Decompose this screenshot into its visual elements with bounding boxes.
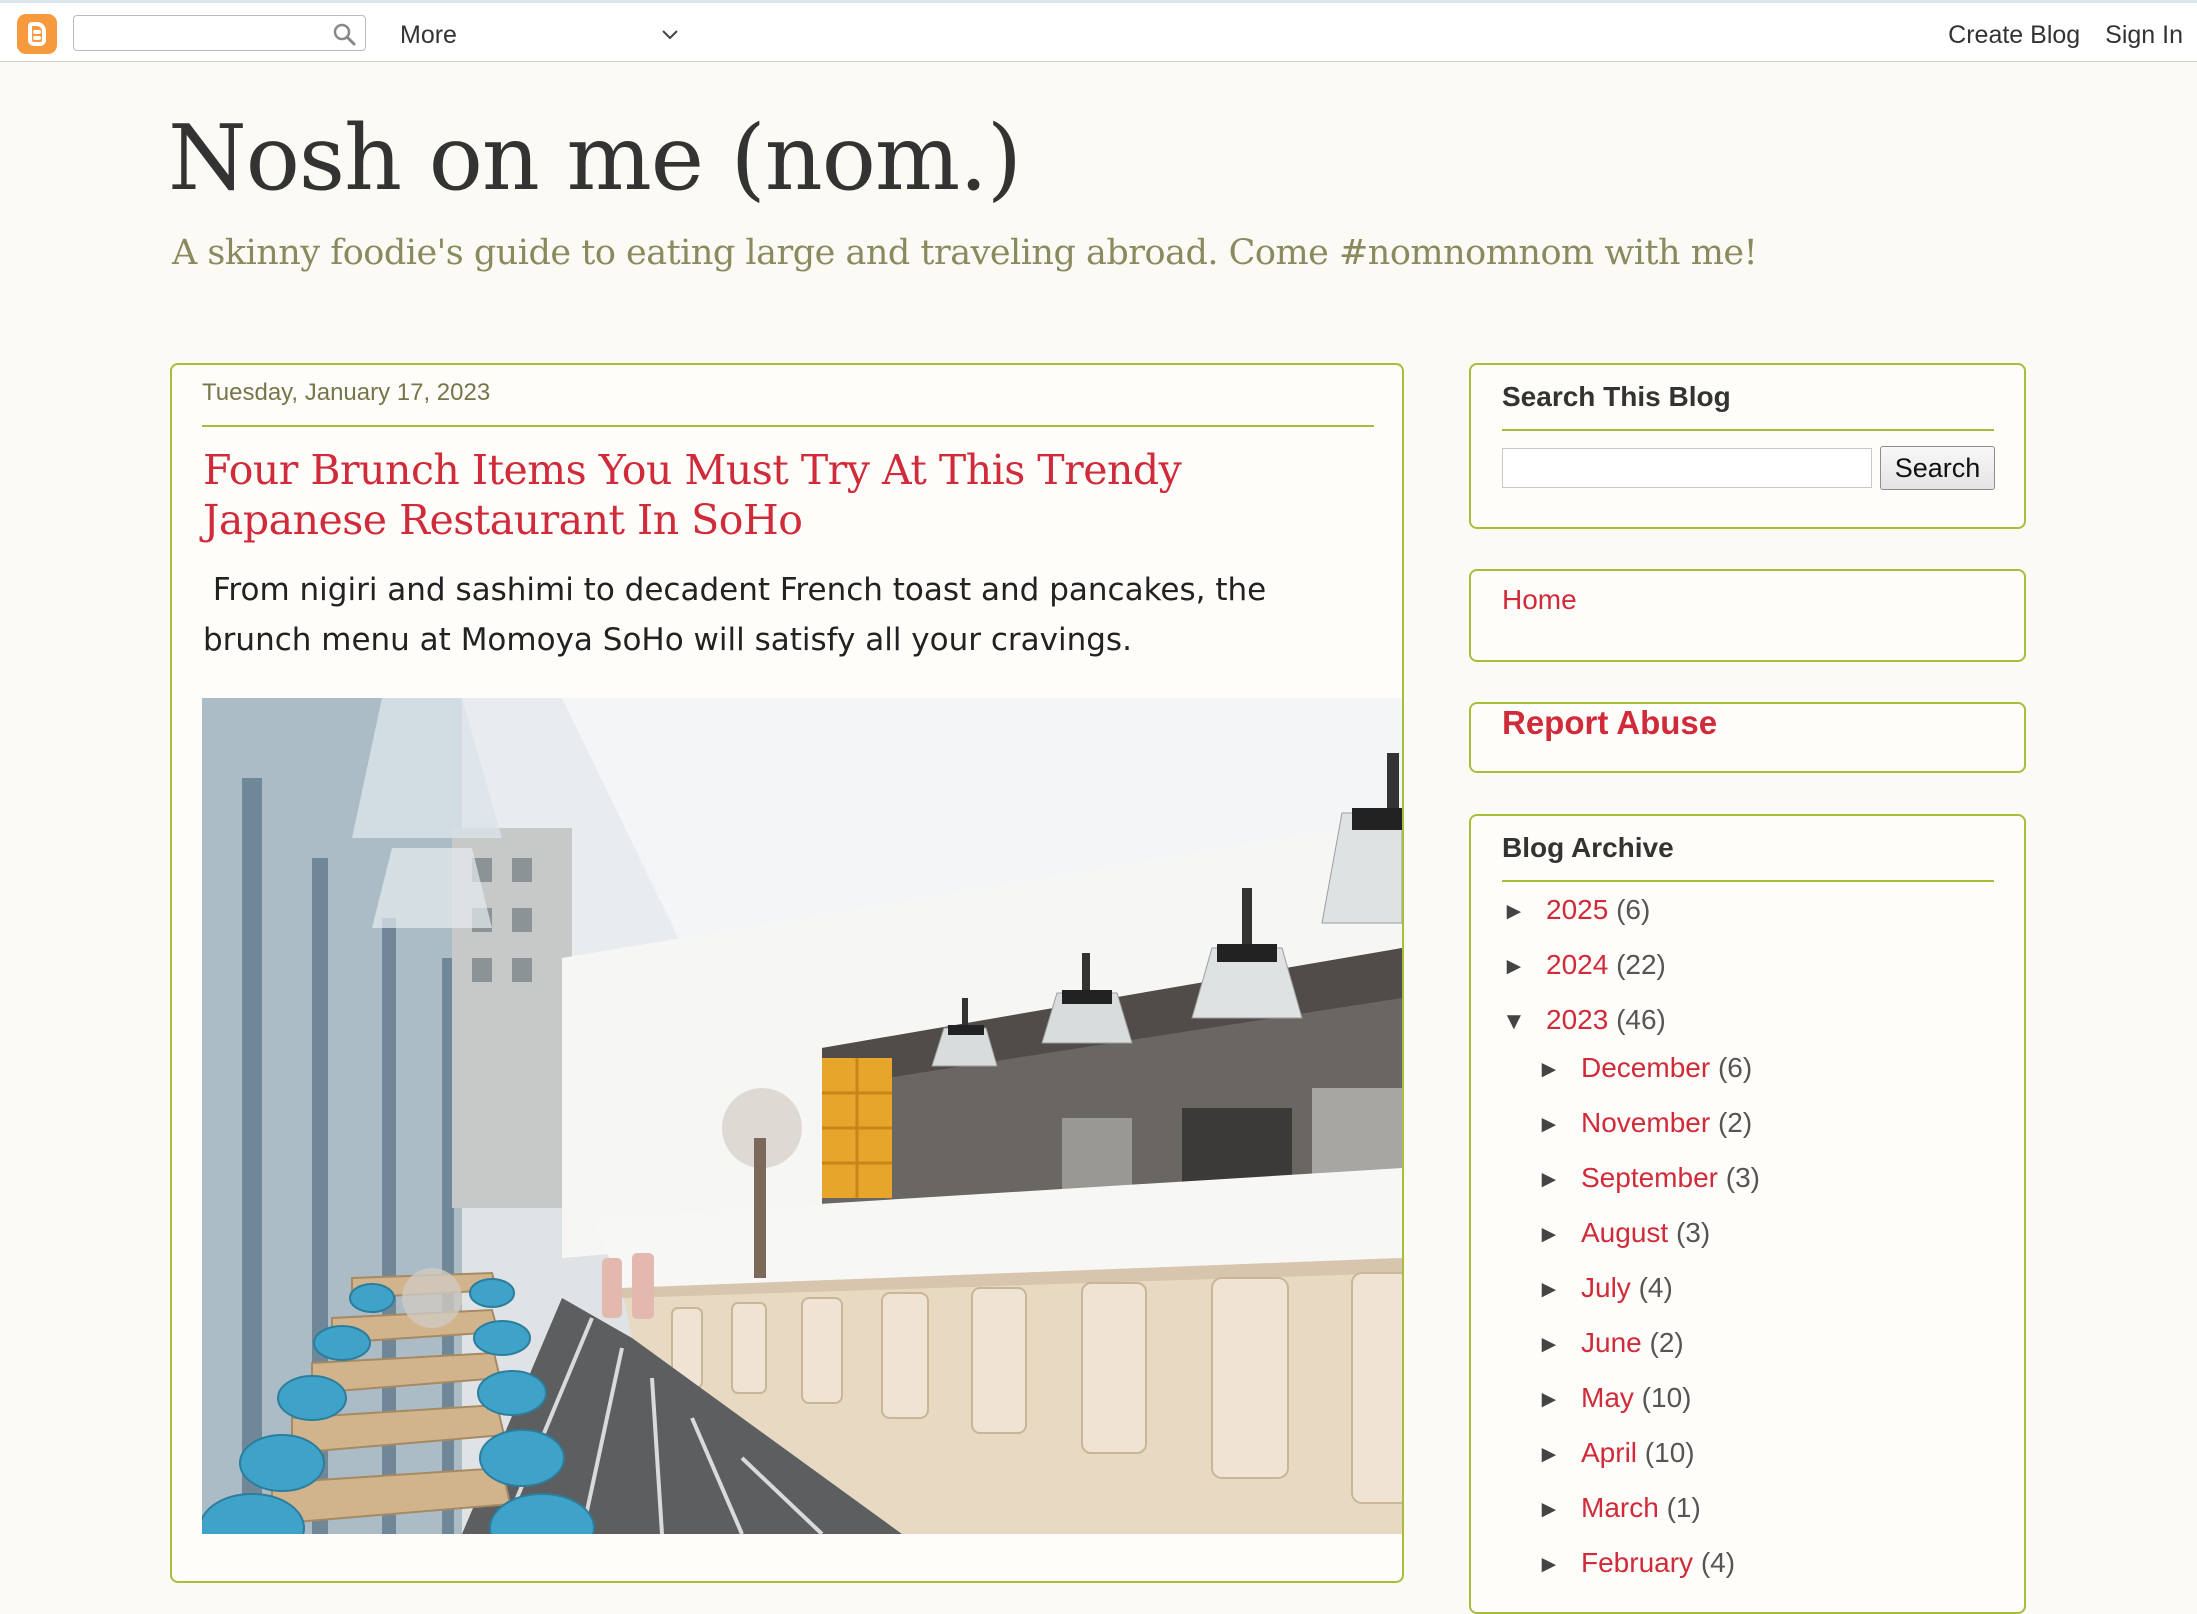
archive-month-count: (10) (1633, 1382, 1692, 1413)
search-widget: Search This Blog Search (1469, 363, 2026, 529)
expand-right-icon[interactable]: ► (1502, 953, 1546, 981)
blog-title[interactable]: Nosh on me (nom.) (168, 106, 1022, 211)
archive-month-link[interactable]: November (1581, 1107, 1710, 1138)
archive-year-count: (22) (1608, 949, 1666, 980)
expand-right-icon[interactable]: ► (1502, 898, 1546, 926)
chevron-down-icon[interactable] (660, 25, 680, 45)
post-date: Tuesday, January 17, 2023 (202, 379, 491, 406)
archive-month-item: ► December (6) (1537, 1052, 1752, 1084)
widget-divider (1502, 880, 1994, 882)
post-title[interactable]: Four Brunch Items You Must Try At This T… (203, 445, 1373, 545)
expand-right-icon[interactable]: ► (1537, 1441, 1581, 1469)
archive-month-link[interactable]: June (1581, 1327, 1642, 1358)
archive-month-item: ► June (2) (1537, 1327, 1684, 1359)
archive-month-count: (2) (1710, 1107, 1753, 1138)
expand-down-icon[interactable]: ▼ (1502, 1008, 1546, 1036)
expand-right-icon[interactable]: ► (1537, 1056, 1581, 1084)
archive-month-count: (2) (1641, 1327, 1684, 1358)
navbar-search-box[interactable] (73, 15, 366, 51)
archive-month-link[interactable]: April (1581, 1437, 1637, 1468)
archive-year-link[interactable]: 2024 (1546, 949, 1608, 980)
home-link[interactable]: Home (1502, 584, 1577, 616)
expand-right-icon[interactable]: ► (1537, 1331, 1581, 1359)
more-menu-label[interactable]: More (400, 21, 457, 50)
archive-month-count: (4) (1693, 1547, 1736, 1578)
archive-month-item: ► March (1) (1537, 1492, 1701, 1524)
archive-year-count: (6) (1608, 894, 1651, 925)
blogger-navbar: More Create Blog Sign In (0, 0, 2197, 62)
archive-month-link[interactable]: August (1581, 1217, 1668, 1248)
search-widget-title: Search This Blog (1502, 381, 1731, 412)
expand-right-icon[interactable]: ► (1537, 1386, 1581, 1414)
date-divider (202, 425, 1374, 427)
expand-right-icon[interactable]: ► (1537, 1551, 1581, 1579)
search-icon[interactable] (331, 21, 357, 47)
archive-month-count: (1) (1658, 1492, 1701, 1523)
archive-month-link[interactable]: September (1581, 1162, 1718, 1193)
archive-year-item: ► 2024 (22) (1502, 949, 1666, 981)
archive-year-link[interactable]: 2023 (1546, 1004, 1608, 1035)
archive-month-link[interactable]: March (1581, 1492, 1659, 1523)
blog-description: A skinny foodie's guide to eating large … (172, 233, 1758, 273)
navbar-search-input[interactable] (82, 16, 326, 50)
archive-month-item: ► September (3) (1537, 1162, 1760, 1194)
archive-widget-title: Blog Archive (1502, 832, 1674, 863)
archive-month-count: (6) (1710, 1052, 1753, 1083)
archive-month-item: ► July (4) (1537, 1272, 1673, 1304)
archive-month-link[interactable]: May (1581, 1382, 1634, 1413)
search-button[interactable]: Search (1880, 446, 1995, 490)
archive-month-link[interactable]: December (1581, 1052, 1710, 1083)
archive-month-link[interactable]: February (1581, 1547, 1693, 1578)
restaurant-interior-image[interactable] (202, 698, 1402, 1534)
expand-right-icon[interactable]: ► (1537, 1111, 1581, 1139)
archive-month-item: ► November (2) (1537, 1107, 1752, 1139)
pages-widget: Home (1469, 569, 2026, 662)
sign-in-link[interactable]: Sign In (2105, 21, 2183, 49)
widget-divider (1502, 429, 1994, 431)
expand-right-icon[interactable]: ► (1537, 1221, 1581, 1249)
archive-month-count: (3) (1717, 1162, 1760, 1193)
archive-month-item: ► April (10) (1537, 1437, 1695, 1469)
create-blog-link[interactable]: Create Blog (1948, 21, 2080, 49)
post-summary: From nigiri and sashimi to decadent Fren… (203, 572, 1277, 658)
archive-year-link[interactable]: 2025 (1546, 894, 1608, 925)
archive-year-count: (46) (1608, 1004, 1666, 1035)
archive-year-item: ► 2025 (6) (1502, 894, 1650, 926)
expand-right-icon[interactable]: ► (1537, 1166, 1581, 1194)
archive-year-item: ▼ 2023 (46) (1502, 1004, 1666, 1036)
report-abuse-widget: Report Abuse (1469, 702, 2026, 773)
archive-month-count: (3) (1668, 1217, 1711, 1248)
archive-month-item: ► August (3) (1537, 1217, 1710, 1249)
blog-archive-widget: Blog Archive ► 2025 (6) ► 2024 (22) ▼ 2023 (4… (1469, 814, 2026, 1614)
expand-right-icon[interactable]: ► (1537, 1276, 1581, 1304)
archive-month-item: ► February (4) (1537, 1547, 1735, 1579)
expand-right-icon[interactable]: ► (1537, 1496, 1581, 1524)
archive-month-count: (4) (1630, 1272, 1673, 1303)
archive-month-link[interactable]: July (1581, 1272, 1631, 1303)
archive-month-item: ► May (10) (1537, 1382, 1691, 1414)
navbar-account-links: Create Blog Sign In (1930, 21, 2183, 50)
blog-search-input[interactable] (1502, 448, 1872, 488)
blogger-logo-icon[interactable] (17, 14, 57, 54)
post-container: Tuesday, January 17, 2023 Four Brunch It… (170, 363, 1404, 1583)
archive-month-count: (10) (1637, 1437, 1695, 1468)
report-abuse-link[interactable]: Report Abuse (1502, 704, 1717, 742)
restaurant-interior-illustration (202, 698, 1402, 1534)
